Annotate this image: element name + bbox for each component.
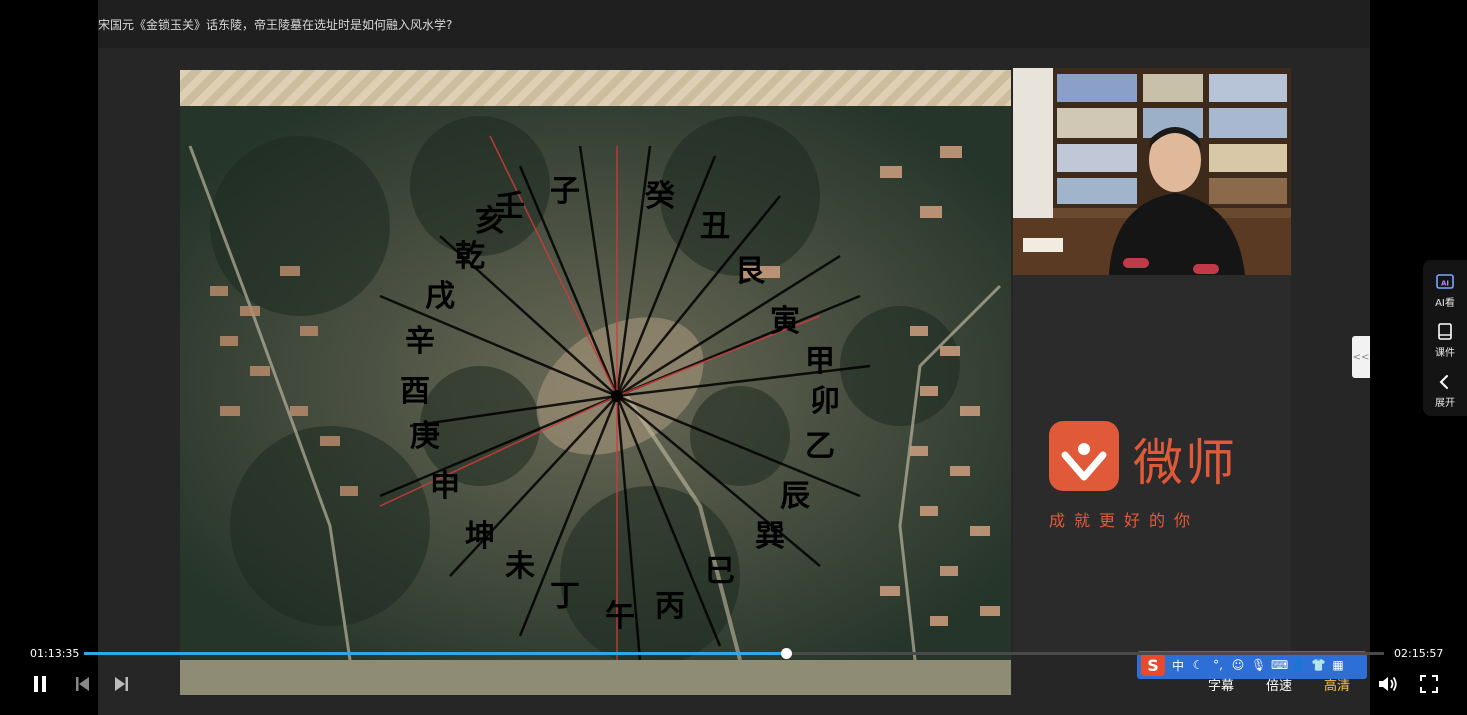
emoji-icon[interactable]: ☺	[1231, 658, 1245, 672]
compass-label: 申	[430, 469, 460, 504]
keyboard-icon[interactable]: ⌨	[1271, 658, 1288, 672]
courseware-button[interactable]: 课件	[1423, 316, 1467, 364]
compass-label: 酉	[400, 374, 430, 409]
skip-next-icon	[115, 677, 128, 691]
compass-label: 巳	[705, 554, 735, 589]
compass-label: 寅	[770, 304, 800, 339]
fullscreen-icon	[1420, 675, 1438, 693]
compass-label: 癸	[644, 179, 676, 214]
volume-icon	[1379, 676, 1397, 692]
compass-label: 甲	[805, 344, 835, 379]
total-time: 02:15:57	[1394, 647, 1444, 660]
brand-slogan: 成就更好的你	[1049, 511, 1200, 530]
lecture-slide: 壬 子 癸 丑 艮 寅 甲 卯 乙 辰 巽 巳 丙 午 丁 未 坤 申 庚 酉	[180, 70, 1011, 695]
compass-label: 卯	[810, 384, 840, 419]
collapse-panel-tab[interactable]: <<	[1352, 336, 1370, 378]
aerial-map-image: 壬 子 癸 丑 艮 寅 甲 卯 乙 辰 巽 巳 丙 午 丁 未 坤 申 庚 酉	[180, 106, 1011, 660]
compass-label: 丑	[700, 209, 730, 244]
courseware-label: 课件	[1435, 347, 1455, 359]
compass-label: 未	[505, 549, 535, 584]
progress-handle[interactable]	[781, 648, 792, 659]
slide-bottom-strip	[180, 660, 1011, 695]
fullscreen-button[interactable]	[1417, 670, 1441, 698]
ime-language-toggle[interactable]: 中	[1171, 657, 1185, 674]
progress-bar[interactable]	[84, 648, 1384, 659]
slide-decorative-border	[180, 70, 1011, 106]
presenter-webcam	[1013, 68, 1291, 275]
video-player[interactable]: 宋国元《金锁玉关》话东陵，帝王陵墓在选址时是如何融入风水学? 壬 子 癸 丑 艮…	[0, 0, 1467, 715]
progress-fill	[84, 652, 786, 655]
compass-label: 子	[550, 174, 580, 209]
compass-label: 辰	[780, 479, 810, 514]
compass-label: 戌	[425, 279, 455, 314]
compass-label: 艮	[735, 254, 766, 289]
compass-label: 庚	[410, 419, 440, 454]
brand-name: 微师	[1133, 434, 1237, 492]
quality-button[interactable]: 高清	[1324, 675, 1350, 694]
pause-icon	[34, 676, 46, 692]
next-button[interactable]	[110, 670, 134, 698]
compass-label: 乾	[455, 239, 485, 274]
user-icon[interactable]: 👤	[1291, 658, 1306, 672]
volume-button[interactable]	[1376, 670, 1400, 698]
side-panel: AI AI看 课件 展开	[1423, 260, 1467, 416]
moon-icon[interactable]: ☾	[1191, 658, 1205, 672]
sogou-ime-icon[interactable]: S	[1141, 654, 1165, 676]
skin-icon[interactable]: 👕	[1311, 658, 1326, 672]
compass-label: 辛	[405, 324, 435, 359]
weishi-logo	[1049, 421, 1119, 491]
compass-label: 乙	[805, 429, 835, 464]
ai-watch-button[interactable]: AI AI看	[1423, 266, 1467, 314]
video-title: 宋国元《金锁玉关》话东陵，帝王陵墓在选址时是如何融入风水学?	[98, 18, 453, 32]
previous-button[interactable]	[70, 670, 94, 698]
compass-label: 亥	[475, 204, 505, 239]
chevron-left-icon	[1439, 374, 1448, 389]
compass-label: 午	[605, 599, 635, 634]
current-time: 01:13:35	[30, 647, 80, 660]
subtitle-button[interactable]: 字幕	[1208, 675, 1234, 694]
compass-label: 坤	[465, 519, 495, 554]
punctuation-icon[interactable]: °,	[1211, 658, 1225, 672]
ai-watch-icon: AI	[1436, 273, 1454, 289]
expand-label: 展开	[1435, 397, 1455, 409]
compass-label: 巽	[755, 519, 785, 554]
compass-label: 丁	[550, 579, 580, 614]
ai-watch-label: AI看	[1435, 297, 1455, 309]
courseware-icon	[1438, 322, 1452, 340]
expand-button[interactable]: 展开	[1423, 366, 1467, 414]
brand-panel: 微师 成就更好的你	[1013, 275, 1291, 655]
compass-label: 丙	[655, 589, 685, 624]
grid-menu-icon[interactable]: ▦	[1331, 658, 1345, 672]
skip-previous-icon	[76, 677, 89, 691]
playback-speed-button[interactable]: 倍速	[1266, 675, 1292, 694]
pause-button[interactable]	[28, 670, 52, 698]
microphone-icon[interactable]: 🎙	[1251, 658, 1266, 672]
svg-text:AI: AI	[1441, 279, 1449, 287]
